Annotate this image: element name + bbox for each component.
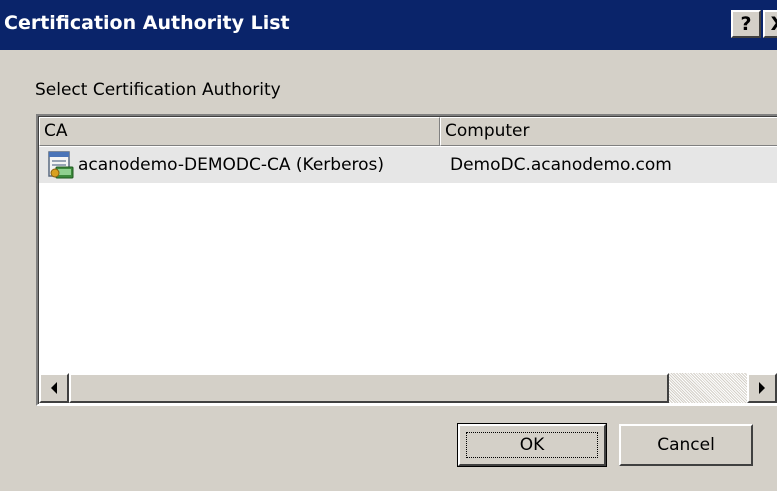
cancel-button[interactable]: Cancel	[619, 424, 753, 466]
arrow-left-icon	[49, 379, 59, 398]
ok-button[interactable]: OK	[457, 423, 607, 467]
ca-name: acanodemo-DEMODC-CA (Kerberos)	[78, 155, 385, 175]
title-bar: Certification Authority List ? X	[0, 0, 777, 50]
focus-rectangle	[466, 432, 598, 458]
scrollbar-thumb[interactable]	[69, 373, 669, 403]
list-item[interactable]: acanodemo-DEMODC-CA (Kerberos) DemoDC.ac…	[39, 147, 777, 183]
cancel-label: Cancel	[657, 435, 715, 455]
ca-computer: DemoDC.acanodemo.com	[450, 155, 672, 175]
help-button[interactable]: ?	[731, 10, 761, 38]
arrow-right-icon	[757, 379, 767, 398]
scrollbar-track[interactable]	[669, 373, 747, 403]
horizontal-scrollbar[interactable]	[39, 373, 777, 403]
scroll-right-button[interactable]	[747, 373, 777, 403]
help-icon: ?	[740, 13, 752, 35]
column-header-computer[interactable]: Computer	[440, 117, 777, 146]
certification-authority-dialog: Certification Authority List ? X Select …	[0, 0, 777, 491]
window-title: Certification Authority List	[4, 12, 290, 34]
select-ca-label: Select Certification Authority	[35, 80, 281, 100]
scroll-left-button[interactable]	[39, 373, 69, 403]
list-header: CA Computer	[39, 117, 777, 146]
certificate-authority-icon	[47, 151, 75, 179]
close-icon: X	[771, 13, 777, 35]
column-header-ca[interactable]: CA	[39, 117, 440, 146]
ca-list[interactable]: CA Computer acanodemo-DEMODC-CA (Kerbero…	[36, 114, 777, 406]
close-button[interactable]: X	[763, 10, 777, 38]
